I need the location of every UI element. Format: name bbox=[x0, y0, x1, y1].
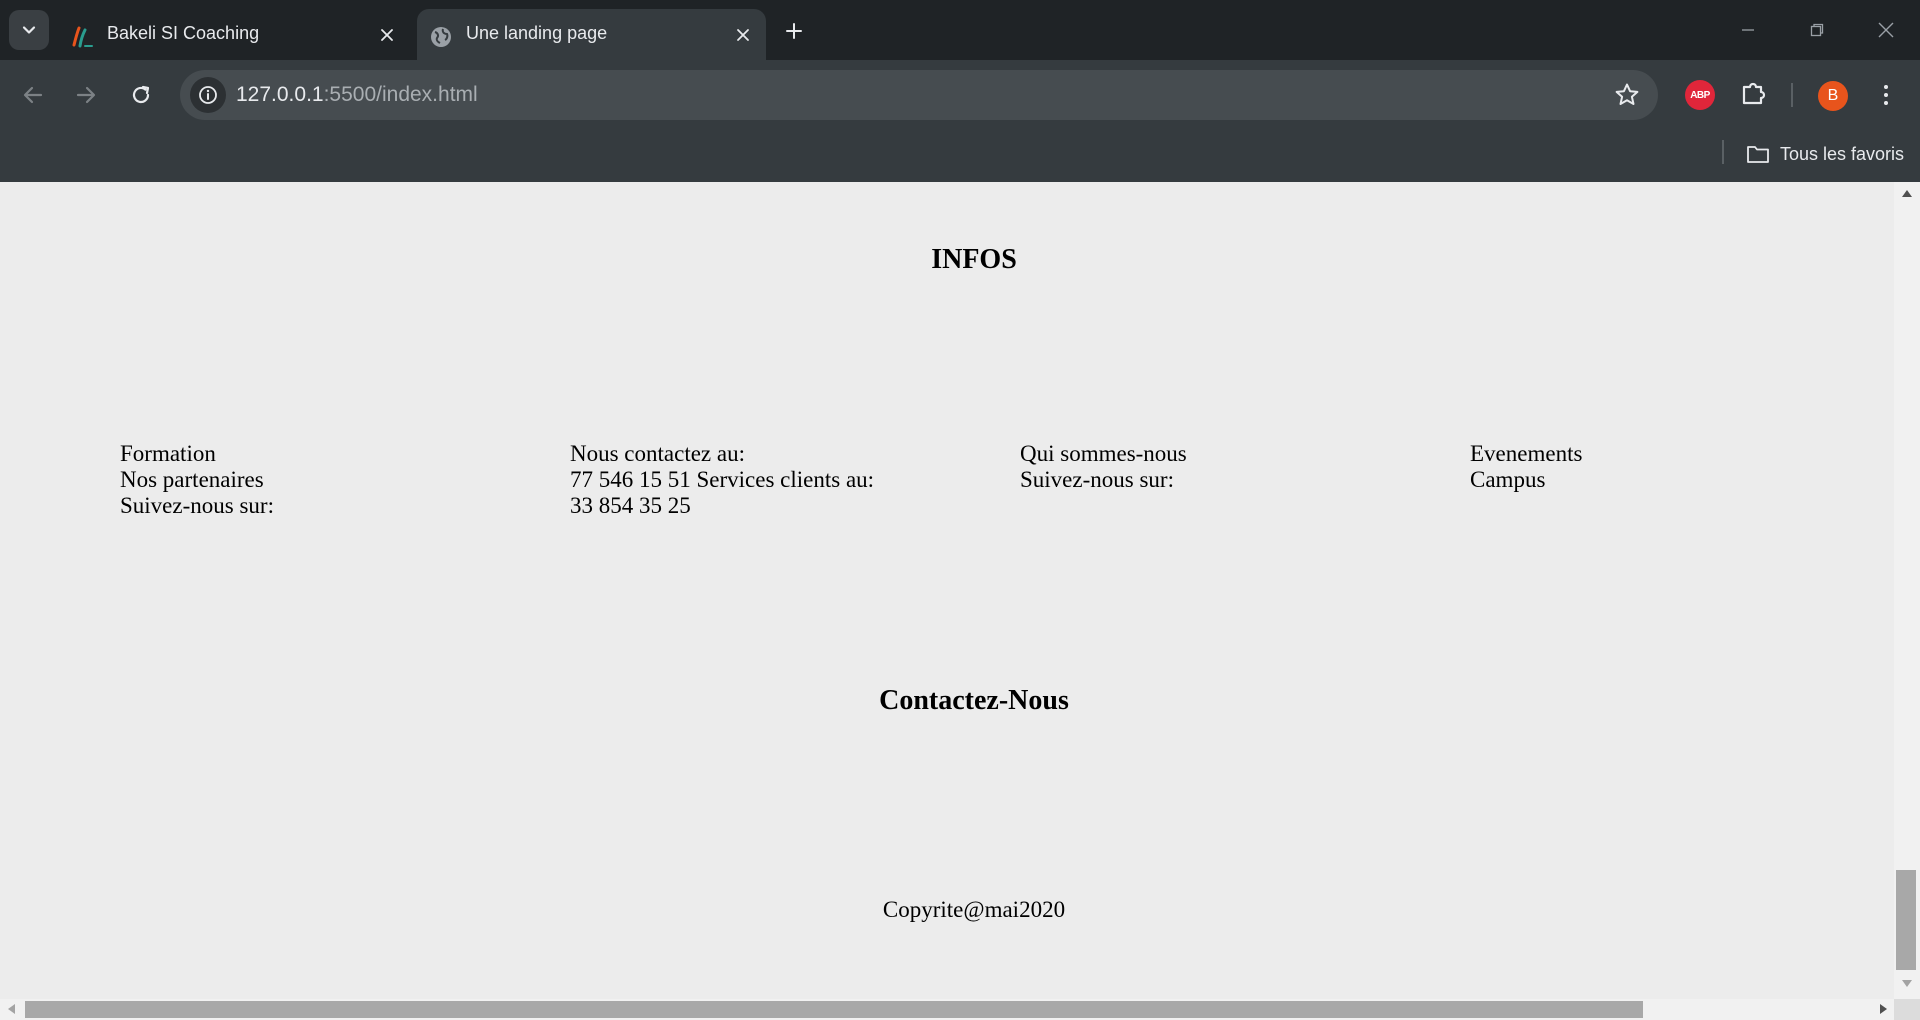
scroll-right-arrow-icon[interactable] bbox=[1880, 1004, 1887, 1014]
arrow-right-icon bbox=[76, 86, 96, 104]
menu-dot-icon bbox=[1884, 101, 1888, 105]
info-text-suivez: Suivez-nous sur: bbox=[120, 493, 274, 518]
browser-menu-button[interactable] bbox=[1874, 80, 1898, 110]
info-column-about: Qui sommes-nous Suivez-nous sur: bbox=[1020, 441, 1187, 493]
close-window-button[interactable] bbox=[1866, 14, 1906, 46]
info-link-events[interactable]: Evenements bbox=[1470, 441, 1582, 467]
url-text: 127.0.0.1:5500/index.html bbox=[236, 83, 478, 107]
folder-icon bbox=[1747, 146, 1769, 163]
scroll-up-arrow-icon[interactable] bbox=[1902, 190, 1912, 197]
info-icon bbox=[199, 86, 217, 104]
reload-icon bbox=[132, 85, 150, 104]
bakeli-logo-icon bbox=[72, 26, 93, 48]
arrow-left-icon bbox=[23, 86, 43, 104]
restore-button[interactable] bbox=[1797, 14, 1837, 46]
scroll-down-arrow-icon[interactable] bbox=[1902, 980, 1912, 987]
tab-bakeli[interactable]: Bakeli SI Coaching bbox=[58, 9, 410, 60]
close-icon[interactable] bbox=[378, 26, 396, 44]
vertical-scrollbar-thumb[interactable] bbox=[1896, 870, 1916, 970]
chevron-down-icon bbox=[22, 26, 36, 34]
minimize-button[interactable] bbox=[1728, 14, 1768, 46]
back-button[interactable] bbox=[15, 77, 51, 113]
infos-heading: INFOS bbox=[931, 244, 1017, 275]
page-viewport: INFOS Formation Nos partenaires Suivez-n… bbox=[0, 182, 1894, 999]
browser-toolbar: 127.0.0.1:5500/index.html ABP B bbox=[0, 60, 1920, 130]
info-text-phone-2: 33 854 35 25 bbox=[570, 493, 691, 518]
tab-landing-page[interactable]: Une landing page bbox=[417, 9, 766, 60]
close-icon bbox=[1878, 22, 1894, 38]
toolbar-separator bbox=[1791, 83, 1793, 107]
all-bookmarks-button[interactable]: Tous les favoris bbox=[1746, 139, 1904, 169]
contact-heading: Contactez-Nous bbox=[879, 685, 1069, 716]
info-column-formation: Formation Nos partenaires Suivez-nous su… bbox=[120, 441, 274, 519]
profile-avatar[interactable]: B bbox=[1818, 81, 1848, 111]
info-text-contact: Nous contactez au: bbox=[570, 441, 745, 466]
bookmarks-bar: Tous les favoris bbox=[0, 130, 1920, 182]
reload-button[interactable] bbox=[123, 77, 159, 113]
menu-dot-icon bbox=[1884, 93, 1888, 97]
info-text-phone: 77 546 15 51 Services clients au: bbox=[570, 467, 875, 492]
copyright-text: Copyrite@mai2020 bbox=[882, 897, 1066, 922]
info-link-campus[interactable]: Campus bbox=[1470, 467, 1582, 493]
scroll-left-arrow-icon[interactable] bbox=[8, 1004, 15, 1014]
tab-search-button[interactable] bbox=[9, 10, 49, 50]
horizontal-scrollbar-thumb[interactable] bbox=[25, 1001, 1643, 1018]
tab-title: Bakeli SI Coaching bbox=[107, 23, 260, 43]
forward-button[interactable] bbox=[68, 77, 104, 113]
info-link-partenaires[interactable]: Nos partenaires bbox=[120, 467, 274, 493]
scrollbar-corner bbox=[1894, 999, 1920, 1020]
url-host: 127.0.0.1 bbox=[236, 83, 324, 106]
star-icon[interactable] bbox=[1614, 82, 1640, 108]
new-tab-button[interactable] bbox=[778, 15, 810, 47]
info-column-contact: Nous contactez au: 77 546 15 51 Services… bbox=[570, 441, 874, 519]
restore-icon bbox=[1810, 23, 1824, 37]
info-column-events: Evenements Campus bbox=[1470, 441, 1582, 493]
adblock-plus-extension[interactable]: ABP bbox=[1685, 80, 1715, 110]
plus-icon bbox=[786, 23, 802, 39]
url-path: :5500/index.html bbox=[323, 83, 478, 106]
minimize-icon bbox=[1742, 29, 1754, 31]
info-link-about[interactable]: Qui sommes-nous bbox=[1020, 441, 1187, 467]
tab-title: Une landing page bbox=[466, 23, 608, 43]
site-info-button[interactable] bbox=[190, 77, 226, 113]
close-icon[interactable] bbox=[734, 26, 752, 44]
menu-dot-icon bbox=[1884, 85, 1888, 89]
info-link-formation[interactable]: Formation bbox=[120, 441, 274, 467]
address-bar[interactable]: 127.0.0.1:5500/index.html bbox=[180, 70, 1658, 120]
puzzle-icon[interactable] bbox=[1739, 78, 1769, 108]
tab-strip: Bakeli SI Coaching Une landing page bbox=[0, 0, 1920, 60]
all-bookmarks-label: Tous les favoris bbox=[1780, 143, 1905, 164]
bookmarks-separator bbox=[1722, 140, 1724, 164]
globe-icon bbox=[431, 27, 451, 47]
info-text-suivez: Suivez-nous sur: bbox=[1020, 467, 1174, 492]
